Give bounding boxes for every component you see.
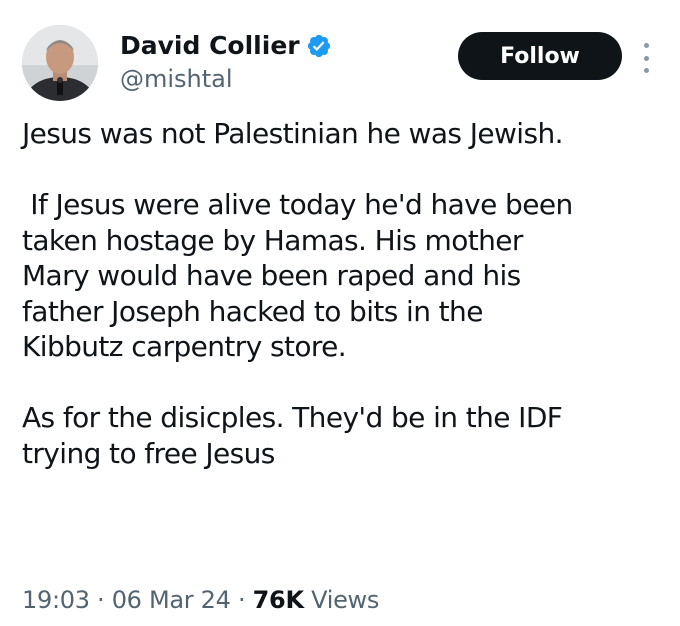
views-label: Views [311, 586, 380, 614]
dot [643, 55, 649, 61]
tweet-line: taken hostage by Hamas. His mother [22, 223, 523, 257]
user-info: David Collier @mishtal [120, 31, 458, 95]
tweet-line: Kibbutz carpentry store. [22, 330, 347, 363]
tweet-text: Jesus was not Palestinian he was Jewish.… [22, 116, 662, 471]
tweet-meta: 19:03 · 06 Mar 24 · 76K Views [22, 584, 379, 616]
tweet-line: If Jesus were alive today he'd have been [22, 188, 573, 221]
verified-badge-icon[interactable] [306, 33, 332, 59]
tweet-date[interactable]: 06 Mar 24 [112, 586, 231, 614]
tweet-card: David Collier @mishtal Follow Jesus was … [0, 0, 680, 626]
tweet-time[interactable]: 19:03 [22, 586, 90, 614]
more-options-icon[interactable] [640, 43, 652, 73]
dot [643, 43, 649, 48]
follow-button[interactable]: Follow [458, 32, 622, 80]
separator: · [237, 586, 246, 614]
separator: · [97, 586, 105, 614]
views-count: 76K [252, 586, 304, 614]
dot [643, 68, 649, 73]
tweet-line: trying to free Jesus [22, 436, 275, 470]
tweet-line: As for the disicples. They'd be in the I… [22, 401, 563, 434]
tweet-line: Mary would have been raped and his [22, 259, 521, 292]
tweet-line: father Joseph hacked to bits in the [22, 294, 483, 328]
profile-photo-icon [22, 25, 98, 101]
name-row: David Collier [120, 31, 458, 61]
avatar[interactable] [22, 25, 98, 101]
display-name[interactable]: David Collier [120, 31, 300, 61]
tweet-line: Jesus was not Palestinian he was Jewish. [22, 117, 564, 150]
tweet-header: David Collier @mishtal Follow [22, 22, 656, 104]
user-handle[interactable]: @mishtal [120, 63, 458, 95]
